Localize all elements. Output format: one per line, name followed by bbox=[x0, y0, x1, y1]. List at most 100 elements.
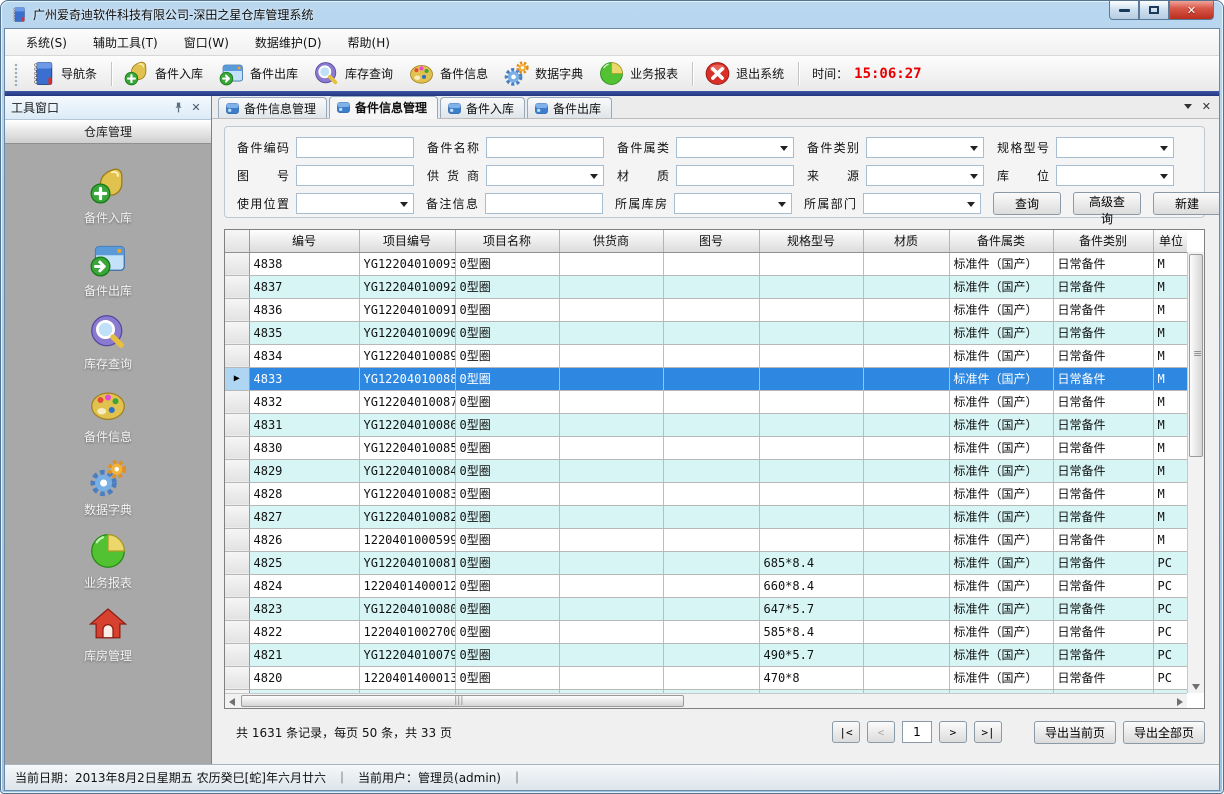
export-all-pages-button[interactable]: 导出全部页 bbox=[1123, 721, 1205, 744]
column-header[interactable]: 图号 bbox=[663, 230, 759, 252]
menu-aux-tools[interactable]: 辅助工具(T) bbox=[80, 30, 171, 55]
tab-parts-inbound[interactable]: 备件入库 bbox=[440, 97, 525, 118]
next-page-button[interactable]: > bbox=[939, 721, 967, 743]
last-page-button[interactable]: >| bbox=[974, 721, 1002, 743]
table-row[interactable]: 4831YG122040100860型圈标准件（国产）日常备件M bbox=[225, 413, 1187, 436]
part-code-input[interactable] bbox=[296, 137, 414, 158]
table-row[interactable]: 4825YG122040100810型圈685*8.4标准件（国产）日常备件PC bbox=[225, 551, 1187, 574]
toolbar-stock-query[interactable]: 库存查询 bbox=[307, 57, 402, 90]
column-header[interactable]: 材质 bbox=[863, 230, 949, 252]
toolbar-parts-outbound[interactable]: 备件出库 bbox=[212, 57, 307, 90]
material-input[interactable] bbox=[676, 165, 794, 186]
toolbar-grip[interactable] bbox=[13, 62, 19, 86]
table-row[interactable]: 482412204014000120型圈660*8.4标准件（国产）日常备件PC bbox=[225, 574, 1187, 597]
vertical-scrollbar[interactable] bbox=[1187, 252, 1204, 693]
toolbar-data-dictionary[interactable]: 数据字典 bbox=[497, 57, 592, 90]
tab-list-dropdown-icon[interactable] bbox=[1184, 104, 1192, 109]
location-combo[interactable] bbox=[1056, 165, 1174, 186]
row-selector-cell[interactable] bbox=[225, 505, 249, 528]
part-category-combo[interactable] bbox=[866, 137, 984, 158]
usage-position-combo[interactable] bbox=[296, 193, 414, 214]
sidebar-item-data-dictionary[interactable]: 数据字典 bbox=[48, 458, 168, 518]
source-combo[interactable] bbox=[866, 165, 984, 186]
advanced-query-button[interactable]: 高级查询 bbox=[1073, 192, 1141, 215]
row-selector-cell[interactable] bbox=[225, 459, 249, 482]
row-selector-cell[interactable] bbox=[225, 643, 249, 666]
row-selector-cell[interactable] bbox=[225, 666, 249, 689]
drawing-no-input[interactable] bbox=[296, 165, 414, 186]
table-row[interactable]: 4835YG122040100900型圈标准件（国产）日常备件M bbox=[225, 321, 1187, 344]
tab-close-button[interactable]: ✕ bbox=[1202, 100, 1211, 113]
column-header[interactable]: 单位 bbox=[1153, 230, 1187, 252]
tab-parts-info-mgmt-2-active[interactable]: 备件信息管理 bbox=[329, 96, 438, 119]
menu-window[interactable]: 窗口(W) bbox=[171, 30, 242, 55]
column-header[interactable]: 项目编号 bbox=[359, 230, 455, 252]
row-selector-cell[interactable] bbox=[225, 321, 249, 344]
part-name-input[interactable] bbox=[486, 137, 604, 158]
row-selector-cell[interactable] bbox=[225, 413, 249, 436]
column-header[interactable]: 备件属类 bbox=[949, 230, 1053, 252]
query-button[interactable]: 查询 bbox=[993, 192, 1061, 215]
menu-data-maintenance[interactable]: 数据维护(D) bbox=[242, 30, 335, 55]
toolbar-parts-info[interactable]: 备件信息 bbox=[402, 57, 497, 90]
row-selector-cell[interactable] bbox=[225, 390, 249, 413]
table-row[interactable]: 4832YG122040100870型圈标准件（国产）日常备件M bbox=[225, 390, 1187, 413]
row-selector-cell[interactable] bbox=[225, 436, 249, 459]
row-selector-cell[interactable] bbox=[225, 597, 249, 620]
table-row[interactable]: 4830YG122040100850型圈标准件（国产）日常备件M bbox=[225, 436, 1187, 459]
table-row[interactable]: 4828YG122040100830型圈标准件（国产）日常备件M bbox=[225, 482, 1187, 505]
minimize-button[interactable] bbox=[1109, 1, 1139, 20]
sidebar-item-business-report[interactable]: 业务报表 bbox=[48, 531, 168, 591]
sidebar-item-parts-info[interactable]: 备件信息 bbox=[48, 385, 168, 445]
column-header[interactable]: 供货商 bbox=[559, 230, 663, 252]
supplier-combo[interactable] bbox=[486, 165, 604, 186]
row-selector-header[interactable] bbox=[225, 230, 249, 252]
table-row[interactable]: 4834YG122040100890型圈标准件（国产）日常备件M bbox=[225, 344, 1187, 367]
table-row[interactable]: 482212204010027000型圈585*8.4标准件（国产）日常备件PC bbox=[225, 620, 1187, 643]
table-row[interactable]: 4829YG122040100840型圈标准件（国产）日常备件M bbox=[225, 459, 1187, 482]
prev-page-button[interactable]: < bbox=[867, 721, 895, 743]
spec-model-combo[interactable] bbox=[1056, 137, 1174, 158]
warehouse-combo[interactable] bbox=[674, 193, 792, 214]
toolbar-nav-strip[interactable]: 导航条 bbox=[23, 57, 106, 90]
menu-help[interactable]: 帮助(H) bbox=[335, 30, 403, 55]
row-selector-cell[interactable] bbox=[225, 252, 249, 275]
toolbar-parts-inbound[interactable]: 备件入库 bbox=[117, 57, 212, 90]
sidebar-item-parts-inbound[interactable]: 备件入库 bbox=[48, 166, 168, 226]
tab-parts-info-mgmt-1[interactable]: 备件信息管理 bbox=[218, 97, 327, 118]
row-selector-cell[interactable] bbox=[225, 574, 249, 597]
column-header[interactable]: 规格型号 bbox=[759, 230, 863, 252]
maximize-button[interactable] bbox=[1139, 1, 1169, 20]
row-selector-cell[interactable] bbox=[225, 482, 249, 505]
table-row[interactable]: 4836YG122040100910型圈标准件（国产）日常备件M bbox=[225, 298, 1187, 321]
scroll-right-icon[interactable] bbox=[1177, 698, 1183, 706]
scroll-left-icon[interactable] bbox=[229, 698, 235, 706]
horizontal-scrollbar-thumb[interactable] bbox=[241, 695, 684, 707]
pin-button[interactable] bbox=[169, 100, 187, 116]
toolbar-business-report[interactable]: 业务报表 bbox=[592, 57, 687, 90]
first-page-button[interactable]: |< bbox=[832, 721, 860, 743]
part-genre-combo[interactable] bbox=[676, 137, 794, 158]
row-selector-cell[interactable] bbox=[225, 528, 249, 551]
sidebar-item-warehouse-management[interactable]: 库房管理 bbox=[48, 604, 168, 664]
menu-system[interactable]: 系统(S) bbox=[13, 30, 80, 55]
row-selector-cell[interactable] bbox=[225, 620, 249, 643]
table-row[interactable]: 4837YG122040100920型圈标准件（国产）日常备件M bbox=[225, 275, 1187, 298]
tool-window-close-button[interactable]: ✕ bbox=[187, 100, 205, 116]
row-selector-cell[interactable] bbox=[225, 551, 249, 574]
table-row[interactable]: ▶4833YG122040100880型圈标准件（国产）日常备件M bbox=[225, 367, 1187, 390]
department-combo[interactable] bbox=[863, 193, 981, 214]
table-row[interactable]: 482612204010005990型圈标准件（国产）日常备件M bbox=[225, 528, 1187, 551]
column-header[interactable]: 编号 bbox=[249, 230, 359, 252]
table-row[interactable]: 4821YG122040100790型圈490*5.7标准件（国产）日常备件PC bbox=[225, 643, 1187, 666]
close-button[interactable]: ✕ bbox=[1169, 1, 1214, 20]
remark-input[interactable] bbox=[485, 193, 603, 214]
toolbar-exit-system[interactable]: 退出系统 bbox=[698, 57, 793, 90]
warehouse-section-header[interactable]: 仓库管理 bbox=[5, 120, 211, 144]
scroll-down-icon[interactable] bbox=[1192, 684, 1200, 690]
page-number-input[interactable] bbox=[902, 721, 932, 743]
row-selector-cell[interactable]: ▶ bbox=[225, 367, 249, 390]
column-header[interactable]: 备件类别 bbox=[1053, 230, 1153, 252]
vertical-scrollbar-thumb[interactable] bbox=[1189, 254, 1203, 457]
new-button[interactable]: 新建 bbox=[1153, 192, 1219, 215]
